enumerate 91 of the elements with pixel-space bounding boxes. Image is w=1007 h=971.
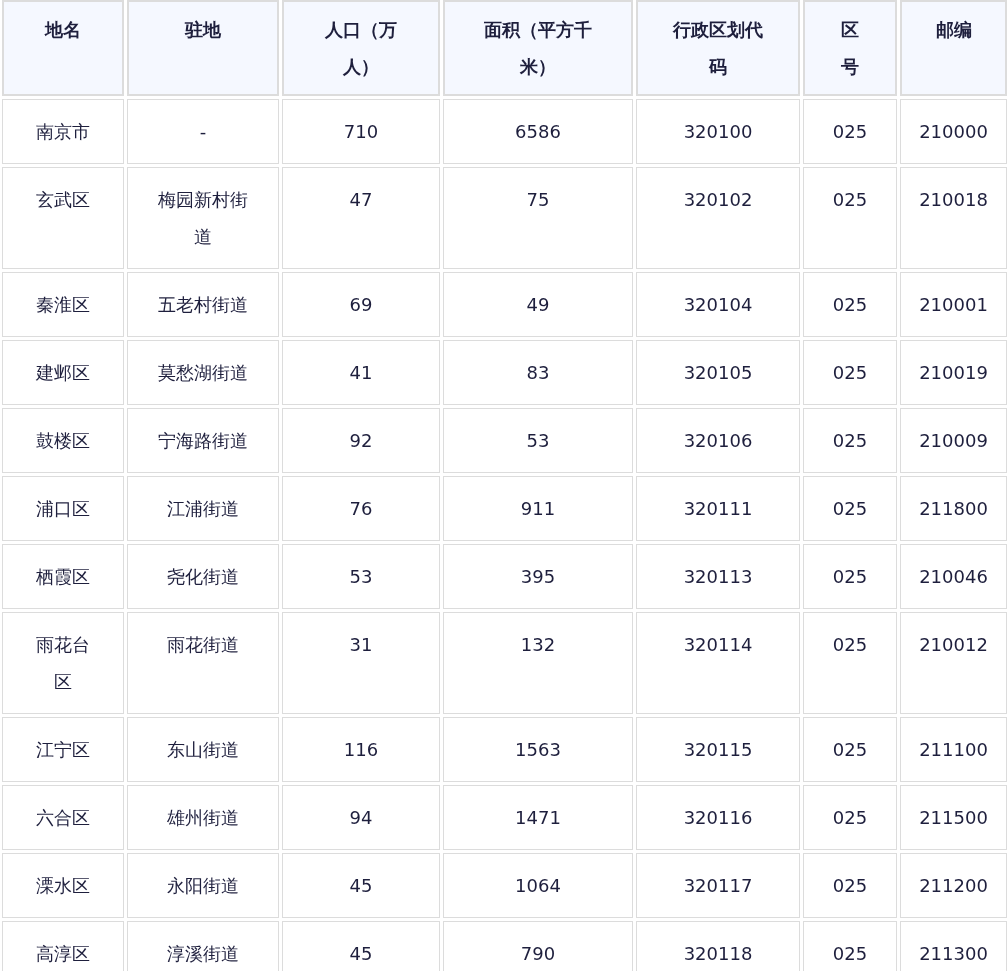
table-cell: 雨花台区 [2,612,124,714]
table-cell: 鼓楼区 [2,408,124,473]
table-cell: 025 [803,476,897,541]
table-cell: 320100 [636,99,800,164]
table-cell: 雨花街道 [127,612,279,714]
table-cell: 210018 [900,167,1007,269]
table-cell: 025 [803,612,897,714]
table-cell: 高淳区 [2,921,124,971]
table-cell: 69 [282,272,440,337]
table-cell: 320104 [636,272,800,337]
table-cell: 025 [803,717,897,782]
column-header: 面积（平方千米） [443,0,633,96]
table-cell: 132 [443,612,633,714]
table-cell: 梅园新村街道 [127,167,279,269]
table-cell: 75 [443,167,633,269]
table-cell: 320106 [636,408,800,473]
column-header: 邮编 [900,0,1007,96]
table-cell: 31 [282,612,440,714]
table-cell: 320114 [636,612,800,714]
table-cell: 秦淮区 [2,272,124,337]
table-cell: 83 [443,340,633,405]
table-cell: 浦口区 [2,476,124,541]
table-cell: 320115 [636,717,800,782]
table-cell: 45 [282,853,440,918]
table-cell: 南京市 [2,99,124,164]
table-cell: 211500 [900,785,1007,850]
table-cell: 宁海路街道 [127,408,279,473]
table-cell: 210009 [900,408,1007,473]
table-cell: 320118 [636,921,800,971]
table-cell: 栖霞区 [2,544,124,609]
table-cell: 53 [443,408,633,473]
column-header: 人口（万人） [282,0,440,96]
column-header: 驻地 [127,0,279,96]
table-cell: 76 [282,476,440,541]
table-cell: 溧水区 [2,853,124,918]
table-cell: 025 [803,167,897,269]
table-cell: 320113 [636,544,800,609]
table-cell: 025 [803,785,897,850]
table-cell: 211100 [900,717,1007,782]
table-cell: 淳溪街道 [127,921,279,971]
table-cell: 6586 [443,99,633,164]
table-cell: 莫愁湖街道 [127,340,279,405]
table-cell: 49 [443,272,633,337]
table-cell: 47 [282,167,440,269]
table-cell: 210000 [900,99,1007,164]
column-header: 地名 [2,0,124,96]
table-cell: 211800 [900,476,1007,541]
table-cell: 94 [282,785,440,850]
table-cell: 永阳街道 [127,853,279,918]
table-cell: 53 [282,544,440,609]
table-cell: 025 [803,921,897,971]
table-cell: 210012 [900,612,1007,714]
table-cell: 210001 [900,272,1007,337]
table-cell: 025 [803,853,897,918]
column-header: 行政区划代码 [636,0,800,96]
table-cell: 92 [282,408,440,473]
table-cell: 210046 [900,544,1007,609]
table-cell: 1064 [443,853,633,918]
table-cell: 025 [803,340,897,405]
table-cell: 尧化街道 [127,544,279,609]
table-cell: 025 [803,99,897,164]
table-cell: 211200 [900,853,1007,918]
table-cell: 江浦街道 [127,476,279,541]
table-cell: - [127,99,279,164]
table-cell: 320105 [636,340,800,405]
table-cell: 雄州街道 [127,785,279,850]
table-cell: 1563 [443,717,633,782]
table-cell: 五老村街道 [127,272,279,337]
table-cell: 41 [282,340,440,405]
column-header: 区号 [803,0,897,96]
table-cell: 玄武区 [2,167,124,269]
table-cell: 45 [282,921,440,971]
table-cell: 江宁区 [2,717,124,782]
table-cell: 025 [803,544,897,609]
table-cell: 六合区 [2,785,124,850]
table-cell: 320102 [636,167,800,269]
table-cell: 395 [443,544,633,609]
table-cell: 025 [803,272,897,337]
table-cell: 210019 [900,340,1007,405]
table-cell: 790 [443,921,633,971]
table-cell: 320117 [636,853,800,918]
table-cell: 320111 [636,476,800,541]
table-cell: 911 [443,476,633,541]
table-cell: 建邺区 [2,340,124,405]
table-cell: 东山街道 [127,717,279,782]
table-cell: 710 [282,99,440,164]
table-cell: 320116 [636,785,800,850]
table-cell: 116 [282,717,440,782]
table-cell: 025 [803,408,897,473]
table-cell: 211300 [900,921,1007,971]
table-cell: 1471 [443,785,633,850]
